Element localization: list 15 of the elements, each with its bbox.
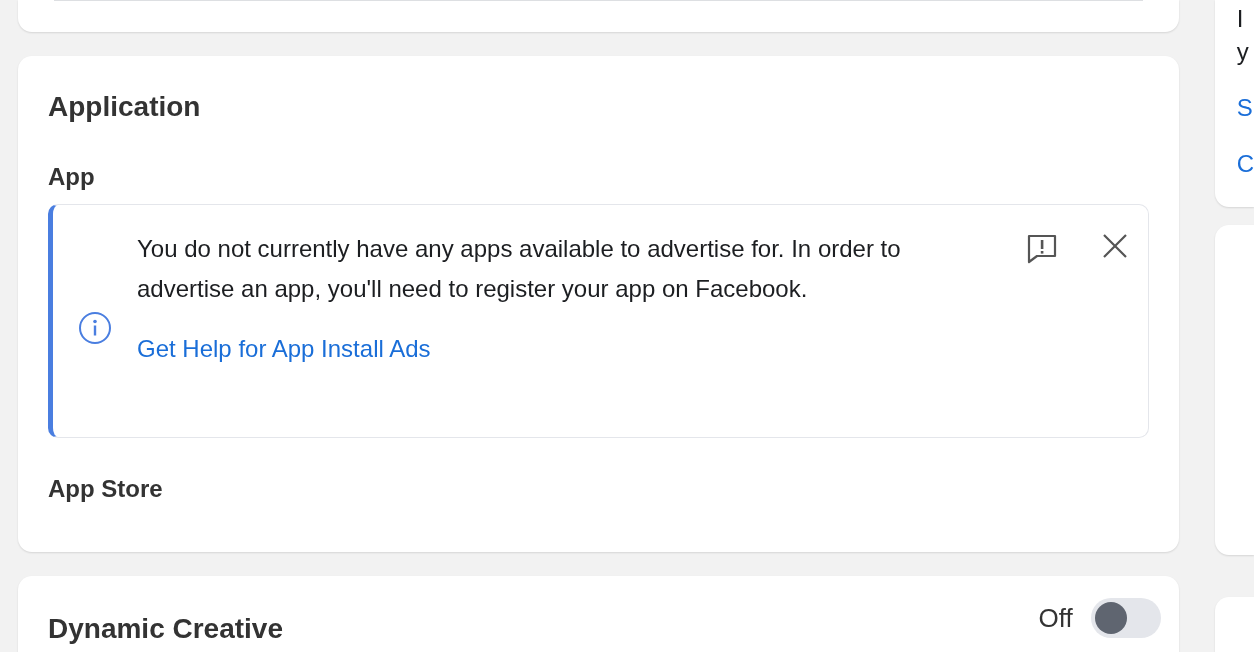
toggle-switch[interactable] <box>1090 598 1161 638</box>
side-text: y <box>1236 38 1250 66</box>
side-link[interactable]: C <box>1236 150 1254 178</box>
notice-message: You do not currently have any apps available to advertise for. In order to advertise an app, you'll need to register your app on Facebook. <box>137 234 902 304</box>
feedback-icon[interactable] <box>1025 233 1058 265</box>
side-text: I <box>1236 5 1245 33</box>
field-label: App Store <box>48 474 164 504</box>
section-title: Dynamic Creative <box>48 612 283 646</box>
section-title: Application <box>48 90 202 124</box>
close-icon[interactable] <box>1101 233 1128 259</box>
field-label: App <box>48 162 96 192</box>
help-link[interactable]: Get Help for App Install Ads <box>137 333 431 365</box>
info-icon <box>78 311 112 345</box>
side-link[interactable]: S <box>1236 94 1254 122</box>
toggle-label: Off <box>1038 602 1073 635</box>
